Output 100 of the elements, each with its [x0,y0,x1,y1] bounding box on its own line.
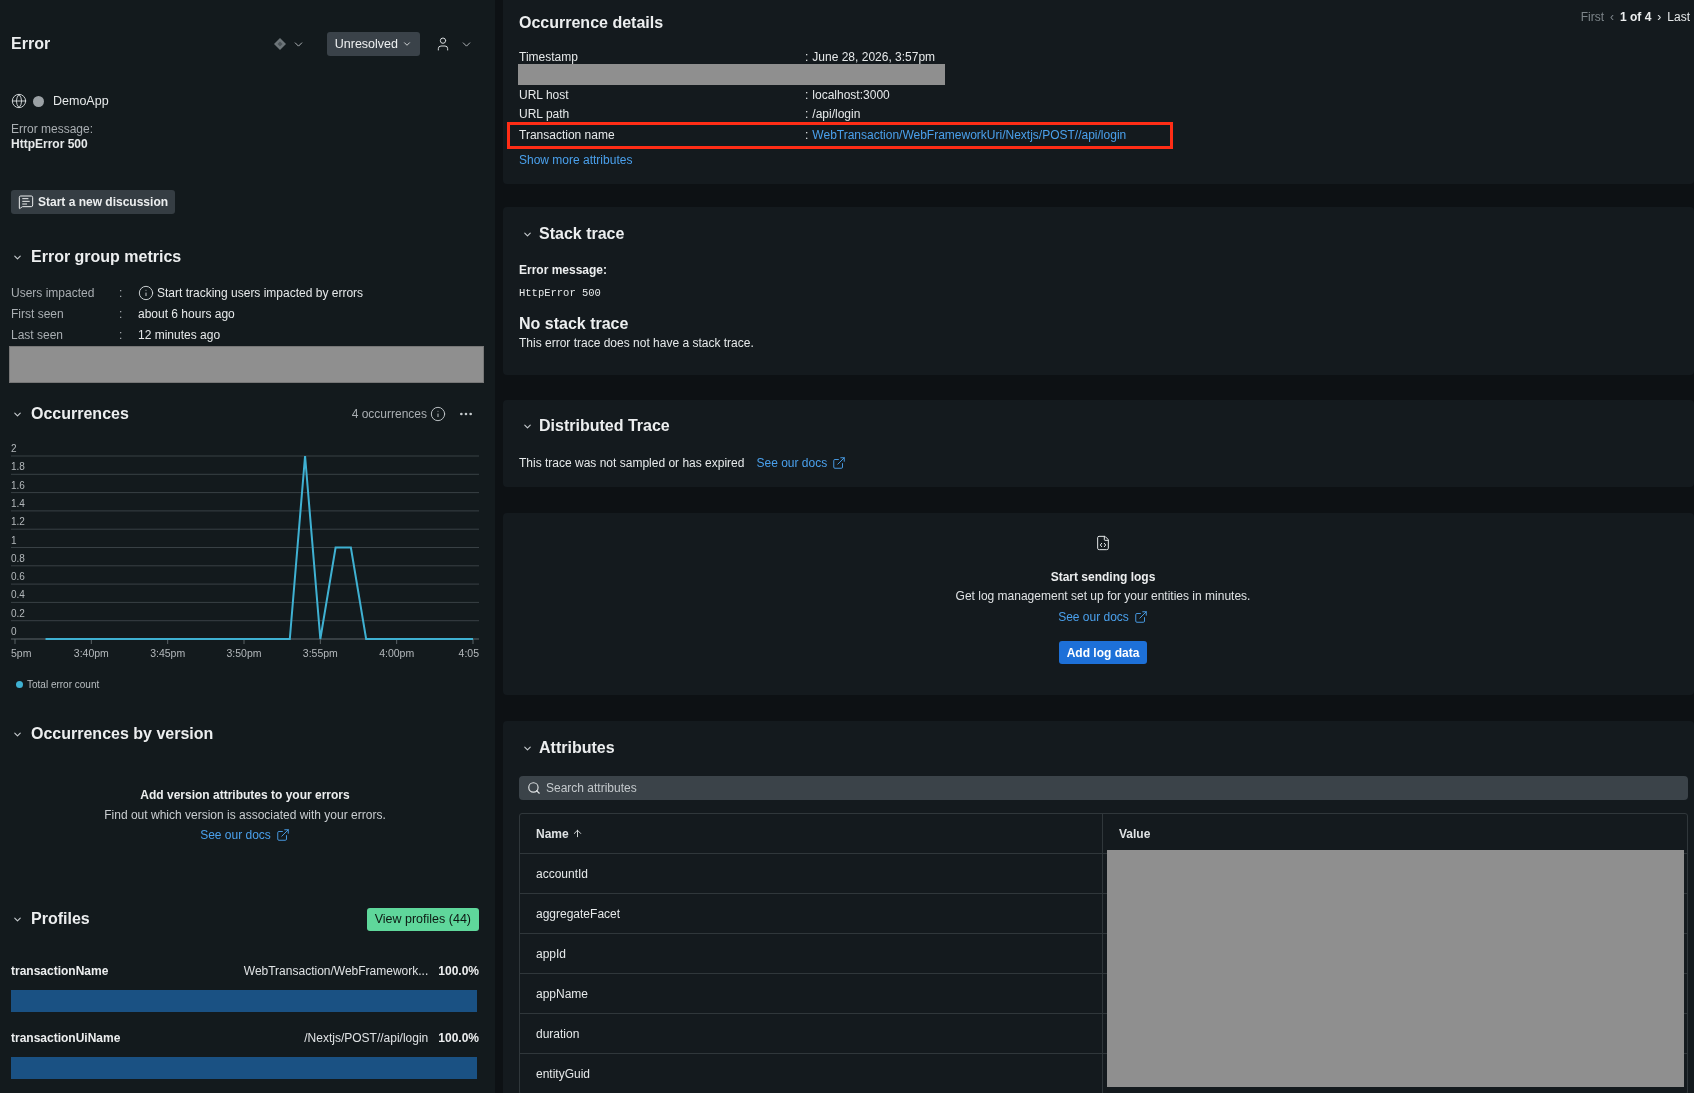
field-label: URL path [519,105,571,123]
y-axis-label: 0.2 [11,607,25,619]
user-icon [435,36,451,52]
tag-menu-button[interactable] [273,37,305,51]
empty-state-text: This error trace does not have a stack trace. [519,335,754,351]
search-icon [527,781,541,795]
metric-separator: : [119,284,124,302]
chevron-down-icon [402,39,412,49]
field-value: /api/login [812,105,861,123]
last-page-button[interactable]: Last [1667,10,1690,24]
card-title: Stack trace [539,224,625,244]
profile-percentage: 100.0% [438,1030,479,1047]
y-axis-label: 0.8 [11,552,25,564]
field-label: URL host [519,86,570,104]
x-axis-label: 3:55pm [302,647,338,659]
section-title: Error group metrics [31,247,182,267]
view-profiles-button[interactable]: View profiles (44) [366,907,479,931]
chat-icon [18,194,34,210]
profile-attribute-value: /Nextjs/POST//api/login [304,1030,429,1047]
metric-value: Start tracking users impacted by errors [157,284,364,302]
empty-state-title: No stack trace [519,314,629,334]
section-title: Profiles [31,909,90,929]
column-header[interactable]: Value [1119,824,1151,843]
globe-icon [11,93,27,109]
docs-link[interactable]: See our docs [1058,609,1148,625]
card-title: Distributed Trace [539,416,670,436]
metric-label: Users impacted [11,284,96,302]
error-message-code: HttpError 500 [519,286,601,301]
y-axis-label: 0.4 [11,589,25,601]
empty-state-text: Find out which version is associated with your errors. [104,807,386,823]
diamond-icon [273,38,286,50]
error-message-value: HttpError 500 [11,137,88,152]
page-position: 1 of 4 [1619,10,1652,24]
empty-state-title: Add version attributes to your errors [140,787,350,803]
start-discussion-button[interactable]: Start a new discussion [11,190,176,214]
x-axis-label: 4:05 [458,647,479,659]
field-separator: : [805,86,809,104]
next-page-button[interactable]: › [1657,10,1662,24]
assignee-menu-button[interactable] [435,36,473,52]
card-title: Occurrence details [519,13,664,33]
file-code-icon [1095,535,1111,551]
attribute-name-cell-text: duration [536,1025,580,1043]
show-more-attributes-link[interactable]: Show more attributes [519,151,633,169]
field-label: Timestamp [519,48,579,66]
status-dropdown[interactable]: Unresolved [326,32,420,56]
trace-status-text: This trace was not sampled or has expired [519,455,745,471]
profile-attribute-name: transactionUiName [11,1030,121,1047]
external-link-icon [1133,610,1148,624]
y-axis-label: 2 [11,443,17,454]
x-axis-label: 5pm [11,647,32,659]
attribute-name-cell-text: appId [536,945,567,963]
legend-label: Total error count [27,677,100,692]
y-axis-label: 0 [11,626,17,637]
field-separator: : [805,105,809,123]
error-message-label: Error message: [519,262,608,278]
metric-separator: : [119,326,124,344]
metric-label: First seen [11,305,65,323]
y-axis-label: 1.8 [11,461,25,473]
info-icon[interactable] [430,406,446,422]
docs-link[interactable]: See our docs [200,827,290,843]
profile-attribute-value: WebTransaction/WebFramework... [243,963,429,980]
field-label: Transaction name [519,126,616,144]
attribute-name-cell-text: accountId [536,865,589,883]
occurrence-count: 4 occurrences [351,406,427,423]
info-icon [138,284,154,301]
metric-separator: : [119,305,124,323]
x-axis-label: 4:00pm [379,647,415,659]
search-field[interactable]: Search attributes [519,776,1688,800]
external-link-icon [832,456,847,470]
field-value: localhost:3000 [812,86,890,104]
attribute-name-cell-text: aggregateFacet [536,905,621,923]
section-title: Occurrences by version [31,724,214,744]
docs-link[interactable]: See our docs [756,455,847,471]
y-axis-label: 1.6 [11,479,25,491]
page-title: Error [11,34,51,54]
external-link-icon [275,828,290,842]
card-title: Attributes [539,738,615,758]
field-separator: : [805,48,809,66]
attribute-name-cell-text: entityGuid [536,1065,591,1083]
x-axis-label: 3:45pm [150,647,186,659]
y-axis-label: 0.6 [11,571,25,583]
transaction-link[interactable]: WebTransaction/WebFrameworkUri/Nextjs/POST//api/login [812,125,1127,144]
attribute-name-cell-text: appName [536,985,589,1003]
metric-value: about 6 hours ago [138,305,235,323]
add-log-data-button[interactable]: Add log data [1058,641,1148,664]
profile-percentage: 100.0% [438,963,479,980]
metric-value: 12 minutes ago [138,326,221,344]
column-header[interactable]: Name [536,824,583,843]
x-axis-label: 3:50pm [226,647,262,659]
empty-state-title: Start sending logs [1050,569,1156,585]
empty-state-text: Get log management set up for your entities in minutes. [955,588,1251,604]
profile-attribute-name: transactionName [11,963,109,980]
metric-label: Last seen [11,326,65,344]
x-axis-label: 3:40pm [73,647,109,659]
field-value: June 28, 2026, 3:57pm [812,48,936,66]
y-axis-label: 1 [11,534,17,546]
field-separator: : [805,126,809,144]
y-axis-label: 1.4 [11,497,25,509]
entity-link[interactable]: DemoApp [53,91,109,111]
y-axis-label: 1.2 [11,516,25,528]
